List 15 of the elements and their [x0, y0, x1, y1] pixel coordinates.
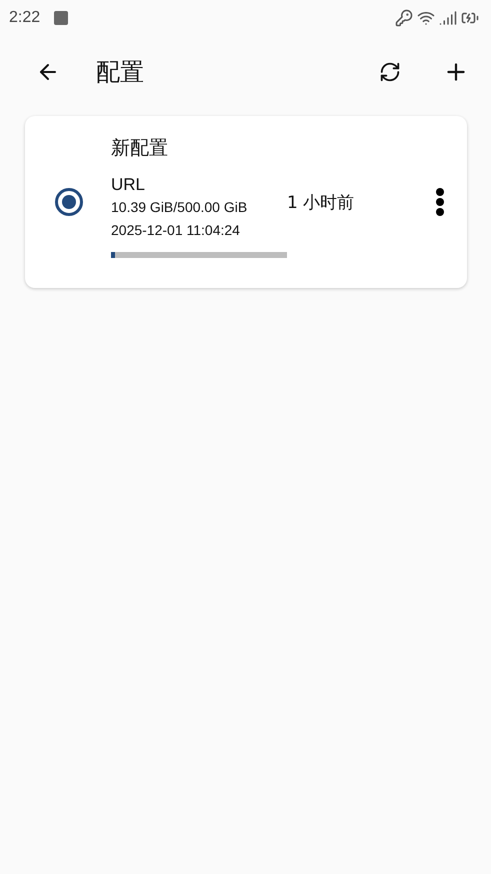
profile-name: 新配置: [111, 136, 169, 160]
profile-radio[interactable]: [55, 188, 83, 216]
updated-time: 1 小时前: [287, 192, 356, 214]
more-button[interactable]: [435, 188, 445, 216]
wifi-icon: [417, 9, 435, 27]
refresh-icon: [379, 61, 401, 83]
signal-icon: [439, 9, 457, 27]
more-vertical-icon: [435, 188, 445, 216]
profile-card[interactable]: 新配置 URL 10.39 GiB/500.00 GiB 2025-12-01 11:04:24 1 小时前: [25, 116, 467, 288]
vpn-key-icon: [395, 9, 413, 27]
page-title: 配置: [96, 57, 144, 88]
profile-usage: 10.39 GiB/500.00 GiB: [111, 198, 248, 216]
status-time: 2:22: [9, 9, 40, 27]
profile-expiry: 2025-12-01 11:04:24: [111, 220, 241, 240]
profile-type: URL: [111, 174, 146, 196]
